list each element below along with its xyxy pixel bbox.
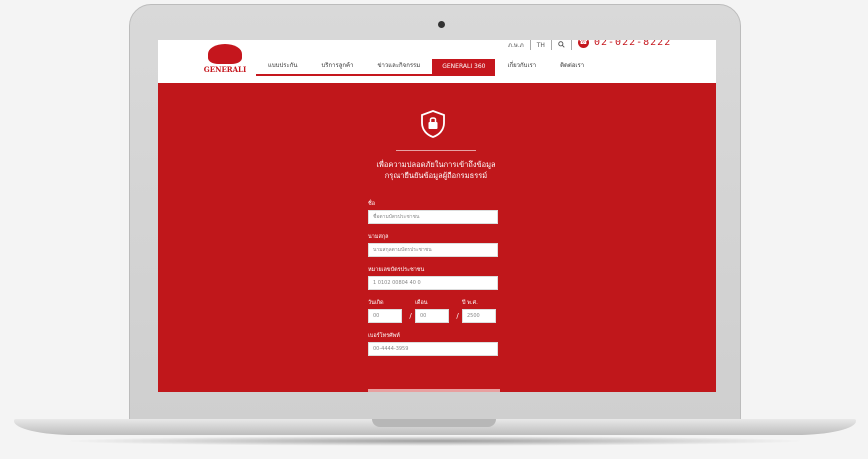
- laptop-screen: GENERALI ภ.ษ.ภ TH ☎ 02-022-8222 แบบประกั…: [158, 40, 716, 392]
- divider: [396, 150, 476, 151]
- laptop-shadow: [60, 436, 810, 446]
- year-input[interactable]: 2500: [462, 309, 496, 323]
- hotline-number: 02-022-8222: [594, 40, 672, 48]
- year-label: ปี พ.ศ.: [462, 300, 478, 306]
- verification-section: เพื่อความปลอดภัยในการเข้าถึงข้อมูล กรุณา…: [158, 83, 716, 392]
- separator: [570, 40, 572, 50]
- heading-line-2: กรุณายืนยันข้อมูลผู้ถือกรมธรรม์: [384, 171, 488, 180]
- phone-input[interactable]: 00-4444-3959: [368, 342, 498, 356]
- nav-generali-360[interactable]: GENERALI 360: [432, 59, 496, 76]
- date-separator: /: [409, 312, 412, 320]
- nav-customer-service[interactable]: บริการลูกค้า: [309, 60, 366, 76]
- nav-products[interactable]: แบบประกัน: [256, 60, 310, 76]
- logo-text: GENERALI: [203, 65, 247, 74]
- hotline[interactable]: ☎ 02-022-8222: [578, 40, 671, 48]
- generali-logo[interactable]: GENERALI: [202, 44, 248, 78]
- date-separator: /: [456, 312, 459, 320]
- month-label: เดือน: [415, 300, 428, 306]
- webcam: [438, 21, 445, 28]
- last-name-label: นามสกุล: [368, 234, 389, 240]
- lion-emblem-icon: [208, 44, 242, 64]
- phone-icon: ☎: [578, 40, 589, 48]
- month-input[interactable]: 00: [415, 309, 449, 323]
- day-input[interactable]: 00: [368, 309, 402, 323]
- language-toggle[interactable]: TH: [537, 42, 545, 49]
- shield-lock-icon: [421, 110, 445, 138]
- separator: [550, 40, 552, 50]
- nav-about[interactable]: เกี่ยวกับเรา: [495, 60, 548, 76]
- top-utility-bar: ภ.ษ.ภ TH: [508, 40, 572, 50]
- search-icon[interactable]: [558, 40, 565, 50]
- birthdate-row: วันเกิด 00 / เดือน 00 / ปี พ.ศ. 2500: [368, 300, 500, 333]
- id-number-input[interactable]: 1 0102 00804 40 0: [368, 276, 498, 290]
- verification-form: ชื่อ ชื่อตามบัตรประชาชน นามสกุล นามสกุลต…: [368, 201, 500, 366]
- site-header: GENERALI ภ.ษ.ภ TH ☎ 02-022-8222 แบบประกั…: [158, 40, 716, 83]
- last-name-input[interactable]: นามสกุลตามบัตรประชาชน: [368, 243, 498, 257]
- submit-button-edge[interactable]: [368, 389, 500, 392]
- nav-news[interactable]: ข่าวและกิจกรรม: [365, 60, 433, 76]
- page-heading: เพื่อความปลอดภัยในการเข้าถึงข้อมูล กรุณา…: [338, 159, 534, 181]
- nav-contact[interactable]: ติดต่อเรา: [548, 60, 596, 76]
- phone-label: เบอร์โทรศัพท์: [368, 333, 400, 339]
- separator: [529, 40, 531, 50]
- laptop-notch: [372, 419, 496, 427]
- id-number-label: หมายเลขบัตรประชาชน: [368, 267, 425, 273]
- first-name-label: ชื่อ: [368, 201, 376, 207]
- heading-line-1: เพื่อความปลอดภัยในการเข้าถึงข้อมูล: [376, 160, 496, 169]
- day-label: วันเกิด: [368, 300, 384, 306]
- first-name-input[interactable]: ชื่อตามบัตรประชาชน: [368, 210, 498, 224]
- top-link-1[interactable]: ภ.ษ.ภ: [508, 40, 524, 50]
- main-nav: แบบประกัน บริการลูกค้า ข่าวและกิจกรรม GE…: [256, 59, 596, 76]
